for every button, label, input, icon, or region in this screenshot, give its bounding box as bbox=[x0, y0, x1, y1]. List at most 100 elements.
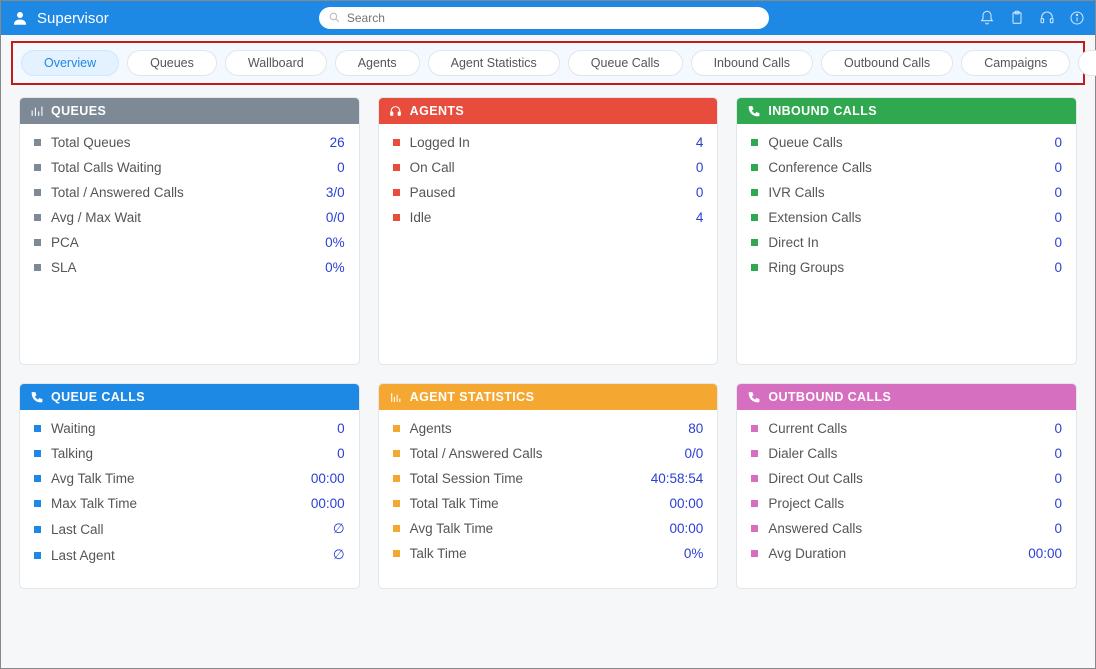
bullet-icon bbox=[34, 500, 41, 507]
stat-label: Direct Out Calls bbox=[768, 471, 1054, 486]
stat-row: Last Call∅ bbox=[20, 516, 359, 542]
stat-value: 0 bbox=[1054, 210, 1062, 225]
stat-label: Extension Calls bbox=[768, 210, 1054, 225]
stat-label: Direct In bbox=[768, 235, 1054, 250]
stat-label: Total Queues bbox=[51, 135, 330, 150]
bullet-icon bbox=[393, 450, 400, 457]
stat-row: Total / Answered Calls3/0 bbox=[20, 180, 359, 205]
stat-row: Total Session Time40:58:54 bbox=[379, 466, 718, 491]
tab-agents[interactable]: Agents bbox=[335, 50, 420, 76]
tab-outbound-calls[interactable]: Outbound Calls bbox=[821, 50, 953, 76]
stat-label: Total / Answered Calls bbox=[51, 185, 326, 200]
stat-label: Avg Talk Time bbox=[51, 471, 311, 486]
stat-label: Total Calls Waiting bbox=[51, 160, 337, 175]
dashboard-grid: QUEUES Total Queues26Total Calls Waiting… bbox=[1, 91, 1095, 603]
card-title: AGENTS bbox=[410, 104, 465, 118]
stat-label: Conference Calls bbox=[768, 160, 1054, 175]
bullet-icon bbox=[34, 214, 41, 221]
bullet-icon bbox=[751, 239, 758, 246]
bullet-icon bbox=[751, 189, 758, 196]
tab-agent-statistics[interactable]: Agent Statistics bbox=[428, 50, 560, 76]
card-title: OUTBOUND CALLS bbox=[768, 390, 891, 404]
stat-label: Total Talk Time bbox=[410, 496, 670, 511]
bullet-icon bbox=[393, 475, 400, 482]
stat-label: Last Agent bbox=[51, 548, 333, 563]
tab-inbound-calls[interactable]: Inbound Calls bbox=[691, 50, 813, 76]
headset-icon[interactable] bbox=[1039, 10, 1055, 26]
stat-row: PCA0% bbox=[20, 230, 359, 255]
tab-queue-calls[interactable]: Queue Calls bbox=[568, 50, 683, 76]
stat-value: 4 bbox=[696, 135, 704, 150]
bullet-icon bbox=[34, 552, 41, 559]
clipboard-icon[interactable] bbox=[1009, 10, 1025, 26]
stat-label: Talking bbox=[51, 446, 337, 461]
stat-row: Last Agent∅ bbox=[20, 542, 359, 568]
stat-value: 80 bbox=[688, 421, 703, 436]
stat-value: 0 bbox=[337, 446, 345, 461]
bullet-icon bbox=[751, 264, 758, 271]
chart-icon bbox=[389, 391, 402, 404]
tab-queues[interactable]: Queues bbox=[127, 50, 217, 76]
phone-out-icon bbox=[747, 391, 760, 404]
stat-label: Queue Calls bbox=[768, 135, 1054, 150]
stat-label: Dialer Calls bbox=[768, 446, 1054, 461]
tab-overview[interactable]: Overview bbox=[21, 50, 119, 76]
tab-graphs[interactable]: Graphs bbox=[1078, 50, 1096, 76]
bell-icon[interactable] bbox=[979, 10, 995, 26]
stat-value: 0/0 bbox=[685, 446, 704, 461]
tab-wallboard[interactable]: Wallboard bbox=[225, 50, 327, 76]
bullet-icon bbox=[751, 500, 758, 507]
card-header-queues: QUEUES bbox=[20, 98, 359, 124]
stat-row: Project Calls0 bbox=[737, 491, 1076, 516]
bullet-icon bbox=[751, 450, 758, 457]
bullet-icon bbox=[393, 189, 400, 196]
stat-row: Current Calls0 bbox=[737, 416, 1076, 441]
stat-value: 0 bbox=[1054, 185, 1062, 200]
bullet-icon bbox=[393, 525, 400, 532]
bullet-icon bbox=[751, 475, 758, 482]
card-header-inbound: INBOUND CALLS bbox=[737, 98, 1076, 124]
stat-value: 0/0 bbox=[326, 210, 345, 225]
stat-row: Queue Calls0 bbox=[737, 130, 1076, 155]
stat-value: 0% bbox=[325, 235, 345, 250]
stat-row: Avg / Max Wait0/0 bbox=[20, 205, 359, 230]
stat-row: Total Talk Time00:00 bbox=[379, 491, 718, 516]
stat-row: Logged In4 bbox=[379, 130, 718, 155]
stat-label: IVR Calls bbox=[768, 185, 1054, 200]
stat-row: Paused0 bbox=[379, 180, 718, 205]
bullet-icon bbox=[751, 139, 758, 146]
stat-row: Total Queues26 bbox=[20, 130, 359, 155]
stat-label: Avg / Max Wait bbox=[51, 210, 326, 225]
topbar: Supervisor bbox=[1, 1, 1095, 35]
card-title: QUEUE CALLS bbox=[51, 390, 145, 404]
stat-row: Max Talk Time00:00 bbox=[20, 491, 359, 516]
stat-row: Avg Talk Time00:00 bbox=[379, 516, 718, 541]
bullet-icon bbox=[34, 139, 41, 146]
stat-value: ∅ bbox=[333, 521, 345, 537]
tab-campaigns[interactable]: Campaigns bbox=[961, 50, 1070, 76]
stat-row: Talking0 bbox=[20, 441, 359, 466]
bullet-icon bbox=[34, 239, 41, 246]
bullet-icon bbox=[751, 214, 758, 221]
card-header-queuecalls: QUEUE CALLS bbox=[20, 384, 359, 410]
top-icons bbox=[979, 10, 1085, 26]
stat-row: On Call0 bbox=[379, 155, 718, 180]
stat-row: Total Calls Waiting0 bbox=[20, 155, 359, 180]
stat-value: 00:00 bbox=[1028, 546, 1062, 561]
info-icon[interactable] bbox=[1069, 10, 1085, 26]
stat-row: Idle4 bbox=[379, 205, 718, 230]
stat-label: SLA bbox=[51, 260, 325, 275]
search-container bbox=[319, 7, 769, 29]
stat-value: 0 bbox=[1054, 160, 1062, 175]
bullet-icon bbox=[393, 500, 400, 507]
bullet-icon bbox=[34, 189, 41, 196]
search-input[interactable] bbox=[319, 7, 769, 29]
stat-label: Last Call bbox=[51, 522, 333, 537]
card-header-outbound: OUTBOUND CALLS bbox=[737, 384, 1076, 410]
stat-value: 40:58:54 bbox=[651, 471, 704, 486]
phone-in-icon bbox=[747, 105, 760, 118]
bullet-icon bbox=[393, 425, 400, 432]
stat-label: Max Talk Time bbox=[51, 496, 311, 511]
stat-row: Conference Calls0 bbox=[737, 155, 1076, 180]
tabs-bar: Overview Queues Wallboard Agents Agent Stati… bbox=[11, 41, 1085, 85]
